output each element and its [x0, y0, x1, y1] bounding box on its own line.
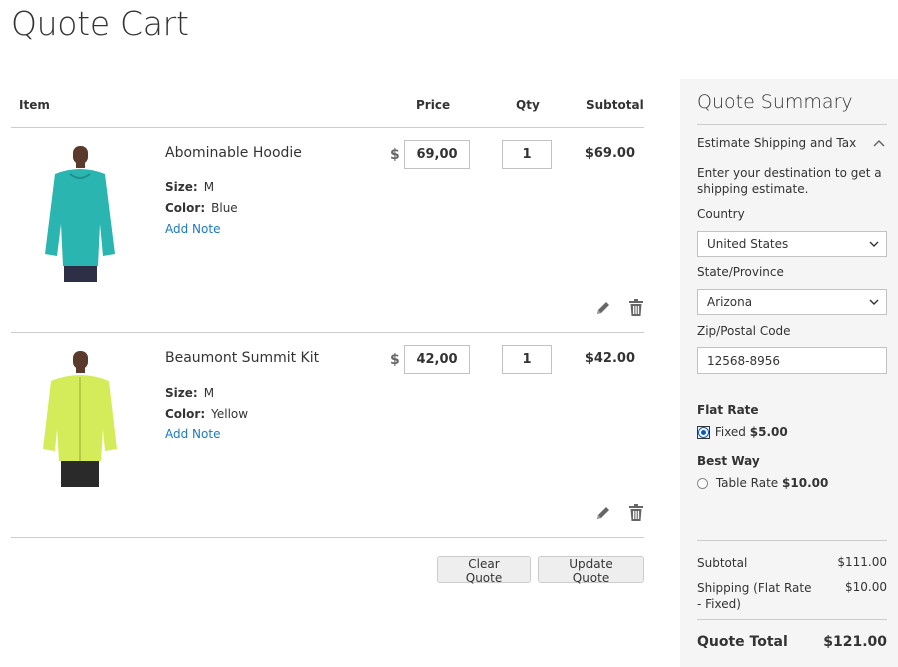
state-value: Arizona — [707, 295, 753, 309]
country-value: United States — [707, 237, 789, 251]
quote-total-label: Quote Total — [697, 634, 788, 650]
add-note-link[interactable]: Add Note — [165, 222, 220, 236]
qty-input[interactable] — [502, 345, 552, 374]
shipping-option-table-rate[interactable]: Table Rate $10.00 — [697, 475, 828, 491]
product-image-hoodie[interactable] — [35, 144, 125, 284]
country-label: Country — [697, 207, 745, 221]
clear-quote-button[interactable]: Clear Quote — [437, 556, 531, 585]
shipping-label: Shipping (Flat Rate - Fixed) — [697, 581, 812, 611]
product-color: Color: Blue — [165, 201, 238, 215]
product-image-summit-kit[interactable] — [35, 349, 125, 489]
pencil-icon[interactable] — [595, 505, 611, 521]
row-subtotal: $69.00 — [584, 146, 635, 161]
price-input[interactable] — [404, 140, 470, 169]
product-name-link[interactable]: Abominable Hoodie — [165, 145, 302, 161]
radio-button[interactable] — [698, 427, 709, 438]
cart-actions: Clear Quote Update Quote — [11, 556, 644, 586]
cart-table-header: Item Price Qty Subtotal — [11, 78, 644, 128]
shipping-option-price: $5.00 — [749, 425, 788, 439]
row-subtotal: $42.00 — [584, 351, 635, 366]
summary-title: Quote Summary — [697, 91, 853, 113]
add-note-link[interactable]: Add Note — [165, 427, 220, 441]
state-select[interactable]: Arizona — [697, 289, 887, 315]
column-header-subtotal: Subtotal — [586, 98, 644, 112]
column-header-qty: Qty — [516, 98, 540, 112]
country-select[interactable]: United States — [697, 231, 887, 257]
estimate-shipping-toggle[interactable]: Estimate Shipping and Tax — [697, 136, 856, 150]
column-header-price: Price — [416, 98, 451, 112]
subtotal-label: Subtotal — [697, 556, 748, 570]
zip-input[interactable] — [697, 347, 887, 374]
quote-total-value: $121.00 — [823, 634, 887, 650]
product-color: Color: Yellow — [165, 407, 249, 421]
qty-input[interactable] — [502, 140, 552, 169]
state-label: State/Province — [697, 265, 784, 279]
zip-label: Zip/Postal Code — [697, 324, 791, 338]
cart-table: Item Price Qty Subtotal Abominable Hoodi… — [11, 78, 644, 585]
radio-focus-ring — [697, 426, 710, 439]
shipping-value: $10.00 — [845, 580, 887, 594]
quote-summary: Quote Summary Estimate Shipping and Tax … — [680, 79, 898, 667]
trash-icon[interactable] — [628, 504, 644, 522]
price-input[interactable] — [404, 345, 470, 374]
product-name-link[interactable]: Beaumont Summit Kit — [165, 350, 319, 366]
currency-symbol: $ — [390, 352, 400, 368]
divider — [697, 124, 887, 125]
column-header-item: Item — [19, 98, 50, 112]
chevron-down-icon — [869, 241, 879, 247]
divider — [697, 619, 887, 620]
shipping-option-flat-rate[interactable]: Fixed $5.00 — [697, 424, 788, 440]
currency-symbol: $ — [390, 147, 400, 163]
cart-item-row: Abominable Hoodie Size: M Color: Blue Add … — [11, 128, 644, 333]
chevron-down-icon — [869, 299, 879, 305]
cart-item-row: Beaumont Summit Kit Size: M Color: Yellow … — [11, 333, 644, 538]
subtotal-value: $111.00 — [837, 555, 887, 569]
shipping-option-price: $10.00 — [782, 476, 829, 490]
shipping-method-title: Best Way — [697, 454, 760, 468]
divider — [697, 540, 887, 541]
product-size: Size: M — [165, 180, 215, 194]
chevron-up-icon[interactable] — [873, 139, 885, 147]
update-quote-button[interactable]: Update Quote — [538, 556, 644, 585]
pencil-icon[interactable] — [595, 300, 611, 316]
trash-icon[interactable] — [628, 299, 644, 317]
shipping-option-label: Fixed — [714, 425, 746, 439]
estimate-description: Enter your destination to get a shipping… — [697, 166, 882, 196]
product-size: Size: M — [165, 386, 215, 400]
radio-button[interactable] — [697, 478, 708, 489]
shipping-method-title: Flat Rate — [697, 403, 759, 417]
shipping-option-label: Table Rate — [715, 476, 779, 490]
page-title: Quote Cart — [11, 4, 189, 43]
